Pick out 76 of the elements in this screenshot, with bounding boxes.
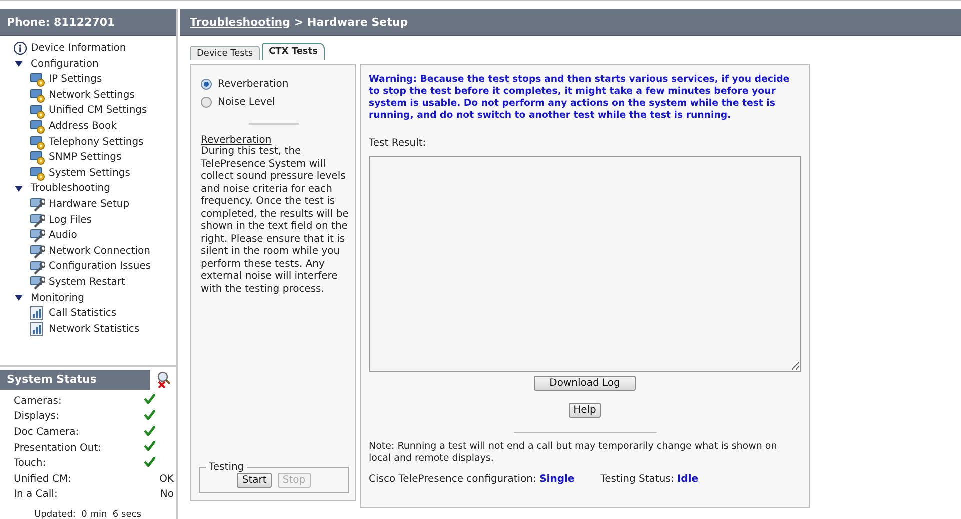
tab[interactable]: Device Tests bbox=[190, 46, 260, 60]
wrench-icon bbox=[30, 275, 45, 290]
nav-item[interactable]: Network Settings bbox=[49, 88, 135, 104]
check-icon bbox=[144, 424, 156, 436]
wrench-icon bbox=[30, 197, 45, 212]
chart-icon bbox=[30, 306, 45, 322]
nav-item[interactable]: System Restart bbox=[49, 274, 126, 290]
description-title: Reverberation bbox=[201, 135, 273, 146]
nav-item[interactable]: Call Statistics bbox=[49, 306, 117, 322]
nav-item[interactable]: Monitoring bbox=[31, 290, 84, 306]
inspect-icon[interactable] bbox=[156, 371, 170, 388]
nav-item[interactable]: SNMP Settings bbox=[49, 150, 122, 166]
nav-item[interactable]: Address Book bbox=[49, 118, 117, 135]
description-text: During this test, the TelePresence System will collect sound pressure levels and noise criteria for each frequency. Once the test is completed, the results will be shown in the text field on the right. Please ensure that it is silent in the room while you perform these tests. Any external noise will interfere with the testing process. bbox=[201, 146, 349, 296]
note-text: Note: Running a test will not end a call but may temporarily change what is shown on local and remote displays. bbox=[369, 441, 778, 464]
warning-text: Warning: Because the test stops and then starts various services, if you decide to stop the test before it completes, it might take a few minutes before your system is usable. Do not perform any actions on the system while the test is running, and do not switch to another test while the test is running. bbox=[369, 74, 791, 122]
config-text: Cisco TelePresence configuration: Single bbox=[369, 474, 575, 485]
radio-label[interactable]: Noise Level bbox=[218, 96, 276, 108]
wrench-icon bbox=[30, 260, 45, 275]
status-label: Doc Camera: bbox=[14, 426, 80, 440]
settings-icon bbox=[30, 72, 45, 88]
status-value: No bbox=[159, 488, 174, 502]
settings-icon bbox=[30, 134, 45, 150]
nav-item[interactable]: Audio bbox=[49, 228, 78, 244]
expanded-arrow-icon[interactable] bbox=[15, 185, 23, 194]
settings-icon bbox=[30, 119, 45, 134]
status-label: In a Call: bbox=[14, 488, 59, 502]
status-label: Touch: bbox=[14, 457, 48, 472]
result-field[interactable] bbox=[369, 156, 801, 372]
wrench-icon bbox=[30, 212, 45, 228]
nav-item[interactable]: Unified CM Settings bbox=[49, 103, 148, 119]
info-icon bbox=[14, 42, 27, 56]
tab[interactable]: CTX Tests bbox=[262, 43, 325, 60]
nav-item[interactable]: Troubleshooting bbox=[31, 181, 110, 197]
status-text: Testing Status: Idle bbox=[600, 474, 699, 485]
settings-icon bbox=[30, 150, 45, 166]
check-icon bbox=[144, 440, 156, 452]
nav-item[interactable]: Configuration bbox=[31, 56, 99, 72]
action-button[interactable]: Download Log bbox=[534, 376, 636, 391]
status-value: OK bbox=[158, 472, 174, 487]
check-icon bbox=[144, 393, 156, 404]
page-title: > Hardware Setup bbox=[294, 16, 408, 28]
nav-item[interactable]: Device Information bbox=[31, 41, 126, 57]
updated-time: Updated: 0 min 6 secs bbox=[34, 510, 142, 519]
action-button[interactable]: Help bbox=[568, 403, 602, 418]
radio-button[interactable] bbox=[201, 78, 212, 90]
nav-item[interactable]: Network Connection bbox=[49, 244, 151, 260]
status-label: Presentation Out: bbox=[14, 442, 102, 456]
check-icon bbox=[144, 456, 156, 467]
status-label: Unified CM: bbox=[14, 472, 72, 487]
test-button[interactable]: Start bbox=[237, 473, 272, 488]
nav-item[interactable]: Hardware Setup bbox=[49, 196, 130, 213]
phone-title: Phone: 81122701 bbox=[0, 9, 176, 36]
settings-icon bbox=[30, 166, 45, 182]
nav-item[interactable]: System Settings bbox=[49, 166, 130, 182]
status-label: Cameras: bbox=[14, 394, 63, 409]
nav-item[interactable]: Log Files bbox=[49, 212, 92, 228]
radio-label[interactable]: Reverberation bbox=[218, 78, 289, 90]
expanded-arrow-icon[interactable] bbox=[15, 294, 23, 302]
fieldset-legend: Testing bbox=[206, 462, 248, 473]
check-icon bbox=[144, 408, 156, 420]
nav-item[interactable]: Configuration Issues bbox=[49, 259, 152, 275]
radio-button[interactable] bbox=[201, 96, 212, 108]
settings-icon bbox=[30, 88, 45, 104]
wrench-icon bbox=[30, 244, 45, 260]
expanded-arrow-icon[interactable] bbox=[15, 60, 23, 68]
nav-item[interactable]: Network Statistics bbox=[49, 322, 140, 338]
chart-icon bbox=[30, 322, 45, 337]
settings-icon bbox=[30, 104, 45, 119]
panel-title: System Status bbox=[0, 370, 150, 390]
field-label: Test Result: bbox=[369, 138, 428, 149]
wrench-icon bbox=[30, 228, 45, 244]
nav-item[interactable]: IP Settings bbox=[49, 72, 102, 88]
status-label: Displays: bbox=[14, 410, 60, 424]
nav-item[interactable]: Telephony Settings bbox=[49, 134, 144, 150]
breadcrumb-link[interactable]: Troubleshooting bbox=[190, 16, 290, 28]
